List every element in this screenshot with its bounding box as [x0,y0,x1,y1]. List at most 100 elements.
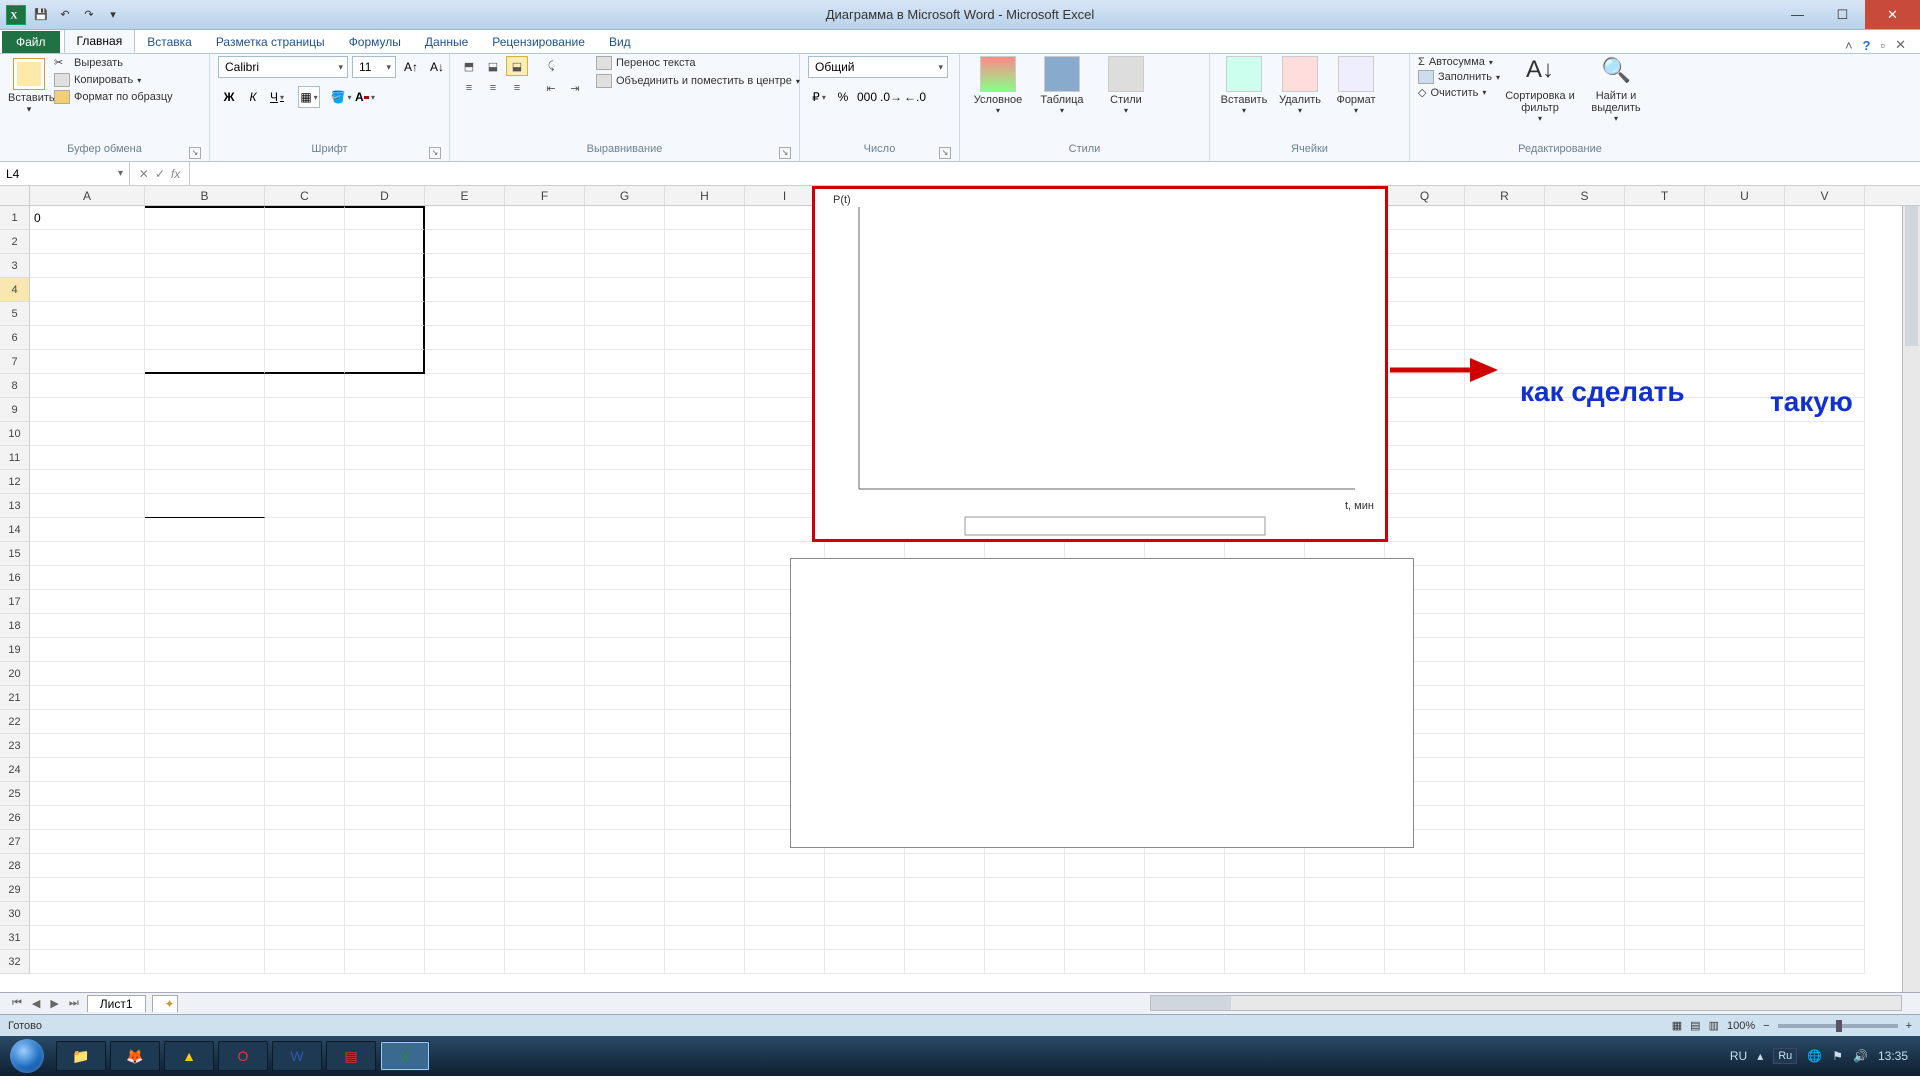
cell-R21[interactable] [1465,686,1545,710]
cell-C28[interactable] [265,854,345,878]
cell-O28[interactable] [1225,854,1305,878]
cell-H32[interactable] [665,950,745,974]
cell-T13[interactable] [1625,494,1705,518]
cell-R18[interactable] [1465,614,1545,638]
cell-T30[interactable] [1625,902,1705,926]
cell-B5[interactable] [145,302,265,326]
cell-A13[interactable] [30,494,145,518]
cell-C27[interactable] [265,830,345,854]
cell-T32[interactable] [1625,950,1705,974]
cell-F26[interactable] [505,806,585,830]
cell-T1[interactable] [1625,206,1705,230]
cell-S4[interactable] [1545,278,1625,302]
cell-C14[interactable] [265,518,345,542]
cell-B28[interactable] [145,854,265,878]
cell-E10[interactable] [425,422,505,446]
cell-G23[interactable] [585,734,665,758]
cell-F6[interactable] [505,326,585,350]
cell-S17[interactable] [1545,590,1625,614]
cell-E25[interactable] [425,782,505,806]
cell-F9[interactable] [505,398,585,422]
conditional-formatting-button[interactable]: Условное▾ [968,56,1028,115]
cell-B19[interactable] [145,638,265,662]
cell-R31[interactable] [1465,926,1545,950]
cell-R24[interactable] [1465,758,1545,782]
cell-S23[interactable] [1545,734,1625,758]
borders-button[interactable]: ▦ [298,86,320,108]
cell-V20[interactable] [1785,662,1865,686]
cell-H26[interactable] [665,806,745,830]
cell-J29[interactable] [825,878,905,902]
font-color-button[interactable]: A [354,86,376,108]
cell-A29[interactable] [30,878,145,902]
cell-E31[interactable] [425,926,505,950]
cell-U21[interactable] [1705,686,1785,710]
cell-V15[interactable] [1785,542,1865,566]
zoom-level[interactable]: 100% [1727,1020,1755,1032]
cell-T14[interactable] [1625,518,1705,542]
cell-F2[interactable] [505,230,585,254]
cell-R6[interactable] [1465,326,1545,350]
tray-network-icon[interactable]: 🌐 [1807,1049,1822,1063]
cell-C31[interactable] [265,926,345,950]
cell-C25[interactable] [265,782,345,806]
cell-H27[interactable] [665,830,745,854]
cell-A16[interactable] [30,566,145,590]
autosum-button[interactable]: ΣАвтосумма▾ [1418,56,1500,68]
cell-T3[interactable] [1625,254,1705,278]
cell-T20[interactable] [1625,662,1705,686]
cell-U3[interactable] [1705,254,1785,278]
cell-C8[interactable] [265,374,345,398]
cell-C29[interactable] [265,878,345,902]
cell-G31[interactable] [585,926,665,950]
cell-M29[interactable] [1065,878,1145,902]
cell-Q11[interactable] [1385,446,1465,470]
cell-E21[interactable] [425,686,505,710]
cell-D17[interactable] [345,590,425,614]
percent-button[interactable]: % [832,86,854,108]
cell-T29[interactable] [1625,878,1705,902]
col-header-U[interactable]: U [1705,186,1785,205]
cell-E24[interactable] [425,758,505,782]
cell-P32[interactable] [1305,950,1385,974]
cell-T25[interactable] [1625,782,1705,806]
cell-V27[interactable] [1785,830,1865,854]
cell-Q29[interactable] [1385,878,1465,902]
cell-V21[interactable] [1785,686,1865,710]
cell-D32[interactable] [345,950,425,974]
cell-E1[interactable] [425,206,505,230]
cell-H11[interactable] [665,446,745,470]
cell-A3[interactable] [30,254,145,278]
bold-button[interactable]: Ж [218,86,240,108]
cell-A9[interactable] [30,398,145,422]
cell-C23[interactable] [265,734,345,758]
cell-S5[interactable] [1545,302,1625,326]
cell-D6[interactable] [345,326,425,350]
cell-M32[interactable] [1065,950,1145,974]
tray-volume-icon[interactable]: 🔊 [1853,1049,1868,1063]
cell-R17[interactable] [1465,590,1545,614]
view-page-layout-icon[interactable]: ▤ [1690,1019,1700,1032]
row-header-6[interactable]: 6 [0,326,30,350]
save-icon[interactable]: 💾 [32,6,50,24]
cell-F11[interactable] [505,446,585,470]
cell-B14[interactable] [145,518,265,542]
cell-U5[interactable] [1705,302,1785,326]
cell-C17[interactable] [265,590,345,614]
cell-N28[interactable] [1145,854,1225,878]
cell-F30[interactable] [505,902,585,926]
cell-G27[interactable] [585,830,665,854]
cell-D14[interactable] [345,518,425,542]
cell-R2[interactable] [1465,230,1545,254]
cell-Q2[interactable] [1385,230,1465,254]
cell-D1[interactable] [345,206,425,230]
cell-B30[interactable] [145,902,265,926]
cell-R13[interactable] [1465,494,1545,518]
font-dialog-icon[interactable]: ↘ [429,147,441,159]
tab-file[interactable]: Файл [2,31,60,53]
row-header-14[interactable]: 14 [0,518,30,542]
cell-J32[interactable] [825,950,905,974]
cell-R28[interactable] [1465,854,1545,878]
cell-G4[interactable] [585,278,665,302]
cell-I28[interactable] [745,854,825,878]
